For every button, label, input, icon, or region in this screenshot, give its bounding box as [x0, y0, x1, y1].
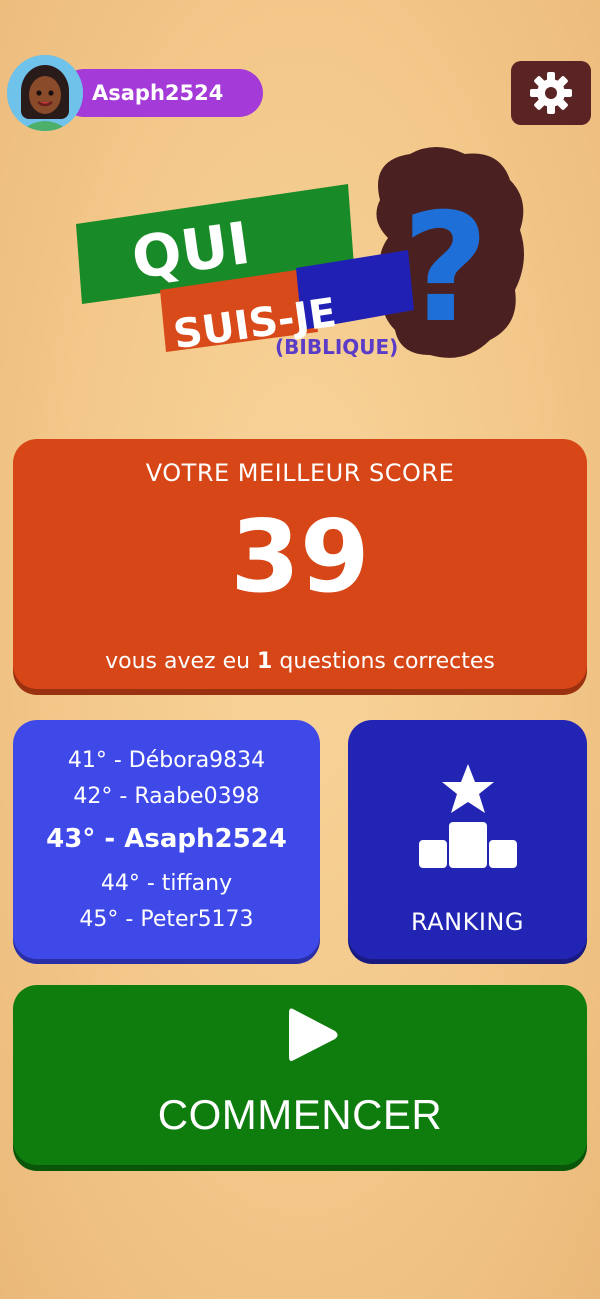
- avatar-icon: [7, 55, 83, 131]
- correct-answers-prefix: vous avez eu: [105, 649, 258, 674]
- leaderboard-row: 42° - Raabe0398: [73, 784, 260, 809]
- ranking-button[interactable]: RANKING: [348, 720, 587, 959]
- username-pill[interactable]: Asaph2524: [60, 69, 263, 117]
- best-score-card: VOTRE MEILLEUR SCORE 39 vous avez eu 1 q…: [13, 439, 587, 689]
- best-score-value: 39: [230, 498, 370, 615]
- correct-answers-text: vous avez eu 1 questions correctes: [13, 649, 587, 674]
- correct-answers-count: 1: [257, 649, 273, 674]
- avatar[interactable]: [7, 55, 83, 131]
- play-icon: [289, 1008, 338, 1061]
- leaderboard-row: 41° - Débora9834: [67, 748, 266, 773]
- leaderboard-row: 45° - Peter5173: [79, 907, 254, 932]
- start-label: COMMENCER: [157, 1091, 443, 1138]
- podium-star-icon: [419, 764, 517, 868]
- ranking-label: RANKING: [411, 908, 524, 936]
- leaderboard-row: 44° - tiffany: [100, 871, 233, 896]
- start-button[interactable]: COMMENCER: [13, 985, 587, 1165]
- leaderboard-row-current: 43° - Asaph2524: [46, 824, 287, 854]
- best-score-label: VOTRE MEILLEUR SCORE: [145, 459, 455, 487]
- correct-answers-suffix: questions correctes: [272, 649, 495, 674]
- logo-line3: (BIBLIQUE): [275, 335, 398, 359]
- settings-button[interactable]: [511, 61, 591, 125]
- username-label: Asaph2524: [92, 81, 224, 105]
- logo-question-mark: ?: [402, 182, 489, 356]
- gear-icon: [530, 72, 572, 114]
- leaderboard-card[interactable]: 41° - Débora9834 42° - Raabe0398 43° - A…: [13, 720, 320, 959]
- game-logo: ? QUI SUIS-JE (BIBLIQUE): [70, 140, 540, 380]
